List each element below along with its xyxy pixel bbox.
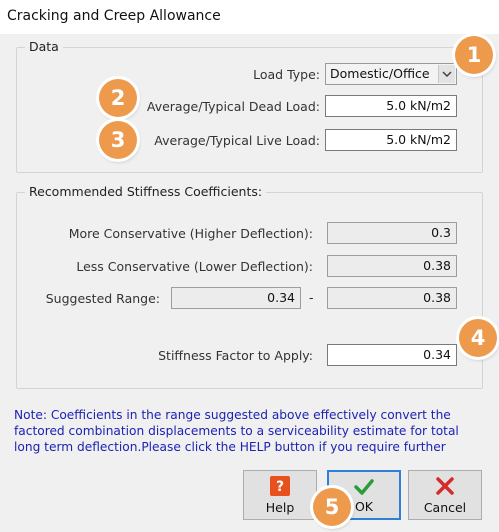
window-title: Cracking and Creep Allowance — [7, 8, 221, 24]
callout-badge-4: 4 — [459, 319, 497, 357]
stiffness-factor-label: Stiffness Factor to Apply: — [158, 348, 313, 363]
load-type-select[interactable]: Domestic/Office — [325, 63, 457, 85]
help-icon: ? — [270, 476, 290, 496]
load-type-value: Domestic/Office — [330, 66, 430, 81]
cancel-button[interactable]: Cancel — [408, 470, 482, 520]
stiffness-group-legend: Recommended Stiffness Coefficients: — [25, 184, 267, 199]
data-group-legend: Data — [25, 39, 63, 54]
callout-badge-2: 2 — [99, 79, 137, 117]
help-button-label: Help — [265, 500, 295, 515]
dead-load-label: Average/Typical Dead Load: — [146, 99, 320, 114]
more-conservative-label: More Conservative (Higher Deflection): — [68, 226, 313, 241]
close-icon — [435, 476, 455, 496]
callout-badge-3: 3 — [99, 121, 137, 159]
live-load-label: Average/Typical Live Load: — [154, 133, 320, 148]
suggested-range-low: 0.34 — [171, 287, 301, 309]
callout-badge-1: 1 — [455, 36, 493, 74]
dead-load-input[interactable]: 5.0 kN/m2 — [325, 95, 457, 117]
less-conservative-label: Less Conservative (Lower Deflection): — [76, 259, 313, 274]
load-type-label: Load Type: — [253, 67, 320, 82]
suggested-range-label: Suggested Range: — [45, 291, 160, 306]
range-separator: - — [309, 290, 314, 305]
chevron-down-icon[interactable] — [438, 65, 455, 83]
less-conservative-field: 0.38 — [327, 255, 457, 277]
note-text: Note: Coefficients in the range suggeste… — [14, 408, 459, 454]
more-conservative-field: 0.3 — [327, 222, 457, 244]
help-button[interactable]: ? Help — [243, 470, 317, 520]
checkmark-icon — [354, 477, 374, 497]
live-load-input[interactable]: 5.0 kN/m2 — [325, 129, 457, 151]
cancel-button-label: Cancel — [423, 500, 467, 515]
suggested-range-high: 0.38 — [327, 287, 457, 309]
title-bar: Cracking and Creep Allowance — [0, 0, 499, 34]
stiffness-factor-input[interactable]: 0.34 — [327, 344, 457, 366]
svg-text:?: ? — [276, 479, 284, 495]
callout-badge-5: 5 — [313, 488, 351, 526]
